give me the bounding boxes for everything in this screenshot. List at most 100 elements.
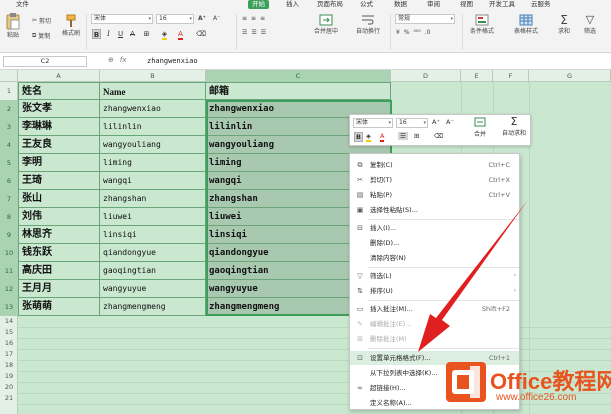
name-cell[interactable]: 高庆田 (18, 262, 100, 280)
name-cell[interactable]: 李明 (18, 154, 100, 172)
pinyin-cell[interactable]: liming (100, 154, 206, 172)
copy-button[interactable]: ⧉ 复制 (32, 31, 50, 41)
mini-paint-icon-button[interactable]: ⌫ (434, 132, 443, 140)
decrease-font-button[interactable]: A⁻ (213, 15, 220, 22)
mini-merge-button[interactable]: 合并 (468, 117, 492, 138)
format-painter-button[interactable]: 格式刷 (62, 14, 80, 37)
filter-button[interactable]: ▽ 筛选 (584, 14, 596, 36)
bold-button[interactable]: B (92, 29, 101, 39)
column-header-c[interactable]: C (206, 70, 391, 82)
tab-home[interactable]: 开始 (248, 0, 269, 9)
name-cell[interactable]: 林思齐 (18, 226, 100, 244)
pinyin-cell[interactable]: zhangwenxiao (100, 100, 206, 118)
tab-page-layout[interactable]: 页面布局 (313, 0, 347, 9)
column-header-d[interactable]: D (391, 70, 461, 82)
select-all-corner[interactable] (0, 70, 18, 82)
name-cell[interactable]: 张文孝 (18, 100, 100, 118)
paste-button[interactable]: 粘贴 (5, 12, 21, 39)
name-cell[interactable]: 张山 (18, 190, 100, 208)
pinyin-cell[interactable]: linsiqi (100, 226, 206, 244)
row-header-16[interactable]: 16 (0, 338, 18, 349)
name-cell[interactable]: 刘伟 (18, 208, 100, 226)
tab-data[interactable]: 数据 (390, 0, 411, 9)
row-header-12[interactable]: 12 (0, 280, 18, 298)
font-color-button[interactable]: A (176, 29, 185, 40)
name-cell[interactable]: 钱东跃 (18, 244, 100, 262)
pinyin-cell[interactable]: zhangmengmeng (100, 298, 206, 316)
row-header-15[interactable]: 15 (0, 327, 18, 338)
pinyin-cell[interactable]: wangqi (100, 172, 206, 190)
row-header-19[interactable]: 19 (0, 371, 18, 382)
pinyin-cell[interactable]: gaoqingtian (100, 262, 206, 280)
mini-autosum-button[interactable]: Σ 自动求和 (498, 116, 530, 138)
merge-center-button[interactable]: 合并居中 (314, 14, 338, 35)
column-header-f[interactable]: F (493, 70, 529, 82)
mini-bold-button[interactable]: B (354, 132, 363, 142)
mini-font-size-select[interactable]: 16 ▾ (396, 118, 428, 128)
name-cell[interactable]: 王月月 (18, 280, 100, 298)
column-header-e[interactable]: E (461, 70, 493, 82)
name-cell[interactable]: 张萌萌 (18, 298, 100, 316)
name-cell[interactable]: 王友良 (18, 136, 100, 154)
menu-item-paste[interactable]: ▤ 粘贴(P) Ctrl+V (350, 188, 519, 202)
name-cell[interactable]: 王琦 (18, 172, 100, 190)
strikethrough-button[interactable]: A (128, 29, 137, 39)
row-header-7[interactable]: 7 (0, 190, 18, 208)
tab-formulas[interactable]: 公式 (356, 0, 377, 9)
tab-view[interactable]: 视图 (456, 0, 477, 9)
menu-item-insert-comment[interactable]: ▭ 插入批注(M)... Shift+F2 (350, 302, 519, 316)
pinyin-cell[interactable]: wangyouliang (100, 136, 206, 154)
horizontal-align-group[interactable]: ☰ ☰ ☰ (242, 29, 266, 36)
row-header-4[interactable]: 4 (0, 136, 18, 154)
wrap-text-button[interactable]: 自动换行 (356, 14, 380, 35)
header-cell-email[interactable]: 邮箱 (206, 82, 391, 100)
mini-border-button[interactable]: ⊞ (414, 132, 419, 140)
number-buttons[interactable]: ¥% ⁰⁰⁰ .0 (396, 29, 430, 36)
row-header-14[interactable]: 14 (0, 316, 18, 327)
row-header-8[interactable]: 8 (0, 208, 18, 226)
tab-cloud[interactable]: 云服务 (527, 0, 555, 9)
mini-font-color-button[interactable]: A (380, 132, 385, 142)
menu-item-insert[interactable]: ⊟ 插入(I)... (350, 221, 519, 235)
mini-font-name-select[interactable]: 宋体 ▾ (353, 118, 393, 128)
font-name-select[interactable]: 宋体 ▾ (91, 14, 153, 24)
column-header-a[interactable]: A (18, 70, 100, 82)
sum-button[interactable]: Σ 求和 (558, 14, 570, 35)
file-menu[interactable]: 文件 (12, 0, 33, 9)
menu-item-delete[interactable]: 删除(D)... (350, 236, 519, 250)
row-header-21[interactable]: 21 (0, 393, 18, 404)
vertical-align-group[interactable]: ≡ ≡ ≡ (242, 15, 265, 22)
number-format-select[interactable]: 常规 ▾ (395, 14, 455, 24)
menu-item-copy[interactable]: ⧉ 复制(C) Ctrl+C (350, 158, 519, 172)
font-size-select[interactable]: 16 ▾ (156, 14, 194, 24)
row-header-10[interactable]: 10 (0, 244, 18, 262)
header-cell-pinyin[interactable]: Name (100, 82, 206, 100)
pinyin-cell[interactable]: wangyuyue (100, 280, 206, 298)
pinyin-cell[interactable]: zhangshan (100, 190, 206, 208)
row-header-3[interactable]: 3 (0, 118, 18, 136)
cut-button[interactable]: ✂ 剪切 (32, 16, 51, 25)
mini-fill-color-button[interactable]: ◈ (366, 132, 371, 142)
tab-developer[interactable]: 开发工具 (485, 0, 519, 9)
row-header-2[interactable]: 2 (0, 100, 18, 118)
row-header-18[interactable]: 18 (0, 360, 18, 371)
formula-input[interactable]: zhangwenxiao (147, 56, 198, 67)
row-header-5[interactable]: 5 (0, 154, 18, 172)
borders-button[interactable]: ⊞ (142, 29, 151, 39)
row-header-6[interactable]: 6 (0, 172, 18, 190)
pinyin-cell[interactable]: liuwei (100, 208, 206, 226)
pinyin-cell[interactable]: qiandongyue (100, 244, 206, 262)
row-header-17[interactable]: 17 (0, 349, 18, 360)
italic-button[interactable]: I (104, 29, 113, 39)
row-header-20[interactable]: 20 (0, 382, 18, 393)
menu-item-paste-special[interactable]: ▣ 选择性粘贴(S)... (350, 203, 519, 217)
column-header-b[interactable]: B (100, 70, 206, 82)
mini-increase-font-button[interactable]: A⁺ (432, 118, 440, 126)
row-header-11[interactable]: 11 (0, 262, 18, 280)
table-style-button[interactable]: 表格样式 (514, 14, 538, 35)
underline-button[interactable]: U (116, 29, 125, 39)
name-box[interactable]: C2 (3, 56, 87, 67)
name-cell[interactable]: 李琳琳 (18, 118, 100, 136)
tab-insert[interactable]: 插入 (282, 0, 303, 9)
mini-align-button[interactable]: ☰ (398, 132, 408, 140)
